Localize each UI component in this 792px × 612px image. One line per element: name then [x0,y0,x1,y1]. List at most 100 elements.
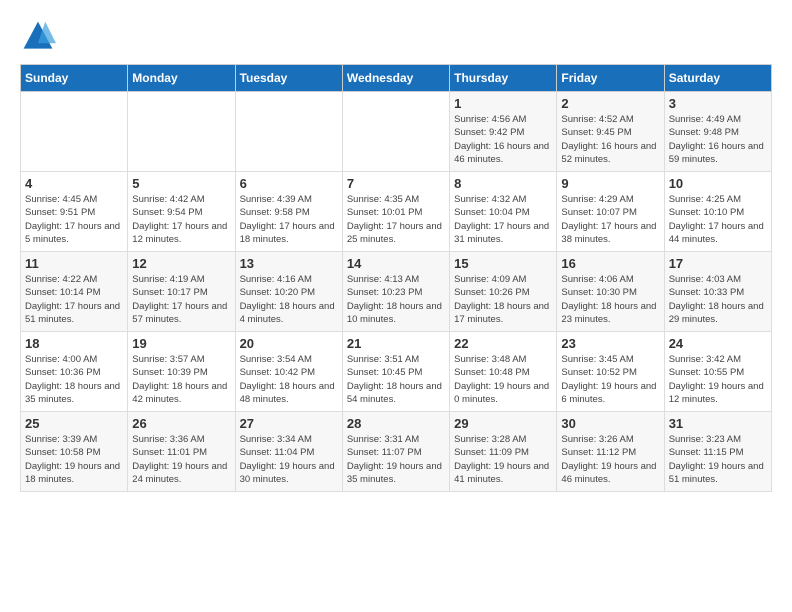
cell-content: Sunrise: 3:51 AM Sunset: 10:45 PM Daylig… [347,353,445,406]
logo-icon [20,18,56,54]
cell-content: Sunrise: 3:23 AM Sunset: 11:15 PM Daylig… [669,433,767,486]
day-number: 6 [240,176,338,191]
day-header-tuesday: Tuesday [235,65,342,92]
calendar-cell [235,92,342,172]
cell-content: Sunrise: 4:25 AM Sunset: 10:10 PM Daylig… [669,193,767,246]
calendar-cell: 29 Sunrise: 3:28 AM Sunset: 11:09 PM Dayl… [450,412,557,492]
calendar-cell: 18 Sunrise: 4:00 AM Sunset: 10:36 PM Dayl… [21,332,128,412]
calendar-cell: 27 Sunrise: 3:34 AM Sunset: 11:04 PM Dayl… [235,412,342,492]
cell-content: Sunrise: 4:22 AM Sunset: 10:14 PM Daylig… [25,273,123,326]
cell-content: Sunrise: 4:16 AM Sunset: 10:20 PM Daylig… [240,273,338,326]
day-number: 16 [561,256,659,271]
calendar-cell: 7 Sunrise: 4:35 AM Sunset: 10:01 PM Dayli… [342,172,449,252]
week-row-4: 18 Sunrise: 4:00 AM Sunset: 10:36 PM Dayl… [21,332,772,412]
calendar-cell: 12Sunrise: 4:19 AM Sunset: 10:17 PM Dayl… [128,252,235,332]
calendar-table: SundayMondayTuesdayWednesdayThursdayFrid… [20,64,772,492]
day-number: 27 [240,416,338,431]
calendar-cell: 13 Sunrise: 4:16 AM Sunset: 10:20 PM Dayl… [235,252,342,332]
cell-content: Sunrise: 4:29 AM Sunset: 10:07 PM Daylig… [561,193,659,246]
day-number: 31 [669,416,767,431]
day-number: 22 [454,336,552,351]
day-number: 4 [25,176,123,191]
day-number: 9 [561,176,659,191]
day-number: 24 [669,336,767,351]
calendar-cell [128,92,235,172]
day-number: 26 [132,416,230,431]
day-number: 2 [561,96,659,111]
calendar-cell: 3 Sunrise: 4:49 AM Sunset: 9:48 PM Daylig… [664,92,771,172]
calendar-cell: 31 Sunrise: 3:23 AM Sunset: 11:15 PM Dayl… [664,412,771,492]
calendar-cell: 22 Sunrise: 3:48 AM Sunset: 10:48 PM Dayl… [450,332,557,412]
cell-content: Sunrise: 3:34 AM Sunset: 11:04 PM Daylig… [240,433,338,486]
day-number: 20 [240,336,338,351]
calendar-cell [342,92,449,172]
cell-content: Sunrise: 4:56 AM Sunset: 9:42 PM Dayligh… [454,113,552,166]
calendar-cell: 25 Sunrise: 3:39 AM Sunset: 10:58 PM Dayl… [21,412,128,492]
cell-content: Sunrise: 3:54 AM Sunset: 10:42 PM Daylig… [240,353,338,406]
cell-content: Sunrise: 4:00 AM Sunset: 10:36 PM Daylig… [25,353,123,406]
calendar-cell [21,92,128,172]
cell-content: Sunrise: 3:36 AM Sunset: 11:01 PM Daylig… [132,433,230,486]
calendar-body: 1 Sunrise: 4:56 AM Sunset: 9:42 PM Daylig… [21,92,772,492]
logo [20,18,60,54]
day-number: 19 [132,336,230,351]
cell-content: Sunrise: 4:49 AM Sunset: 9:48 PM Dayligh… [669,113,767,166]
cell-content: Sunrise: 4:35 AM Sunset: 10:01 PM Daylig… [347,193,445,246]
calendar-cell: 8 Sunrise: 4:32 AM Sunset: 10:04 PM Dayli… [450,172,557,252]
calendar-cell: 17Sunrise: 4:03 AM Sunset: 10:33 PM Dayl… [664,252,771,332]
calendar-cell: 20 Sunrise: 3:54 AM Sunset: 10:42 PM Dayl… [235,332,342,412]
cell-content: Sunrise: 4:52 AM Sunset: 9:45 PM Dayligh… [561,113,659,166]
week-row-2: 4 Sunrise: 4:45 AM Sunset: 9:51 PM Daylig… [21,172,772,252]
day-number: 5 [132,176,230,191]
cell-content: Sunrise: 4:13 AM Sunset: 10:23 PM Daylig… [347,273,445,326]
day-number: 3 [669,96,767,111]
day-header-friday: Friday [557,65,664,92]
week-row-1: 1 Sunrise: 4:56 AM Sunset: 9:42 PM Daylig… [21,92,772,172]
day-number: 25 [25,416,123,431]
cell-content: Sunrise: 3:39 AM Sunset: 10:58 PM Daylig… [25,433,123,486]
cell-content: Sunrise: 4:19 AM Sunset: 10:17 PM Daylig… [132,273,230,326]
calendar-cell: 11Sunrise: 4:22 AM Sunset: 10:14 PM Dayl… [21,252,128,332]
day-number: 21 [347,336,445,351]
day-number: 13 [240,256,338,271]
cell-content: Sunrise: 4:42 AM Sunset: 9:54 PM Dayligh… [132,193,230,246]
day-number: 28 [347,416,445,431]
day-header-saturday: Saturday [664,65,771,92]
calendar-cell: 30 Sunrise: 3:26 AM Sunset: 11:12 PM Dayl… [557,412,664,492]
calendar-cell: 26 Sunrise: 3:36 AM Sunset: 11:01 PM Dayl… [128,412,235,492]
cell-content: Sunrise: 4:06 AM Sunset: 10:30 PM Daylig… [561,273,659,326]
cell-content: Sunrise: 4:39 AM Sunset: 9:58 PM Dayligh… [240,193,338,246]
day-number: 30 [561,416,659,431]
cell-content: Sunrise: 3:45 AM Sunset: 10:52 PM Daylig… [561,353,659,406]
cell-content: Sunrise: 4:32 AM Sunset: 10:04 PM Daylig… [454,193,552,246]
header-row: SundayMondayTuesdayWednesdayThursdayFrid… [21,65,772,92]
cell-content: Sunrise: 4:03 AM Sunset: 10:33 PM Daylig… [669,273,767,326]
week-row-5: 25 Sunrise: 3:39 AM Sunset: 10:58 PM Dayl… [21,412,772,492]
cell-content: Sunrise: 3:26 AM Sunset: 11:12 PM Daylig… [561,433,659,486]
day-header-monday: Monday [128,65,235,92]
day-number: 14 [347,256,445,271]
header [20,18,772,54]
calendar-cell: 10Sunrise: 4:25 AM Sunset: 10:10 PM Dayl… [664,172,771,252]
calendar-cell: 21 Sunrise: 3:51 AM Sunset: 10:45 PM Dayl… [342,332,449,412]
cell-content: Sunrise: 3:42 AM Sunset: 10:55 PM Daylig… [669,353,767,406]
day-number: 15 [454,256,552,271]
day-number: 29 [454,416,552,431]
calendar-cell: 6 Sunrise: 4:39 AM Sunset: 9:58 PM Daylig… [235,172,342,252]
calendar-cell: 5 Sunrise: 4:42 AM Sunset: 9:54 PM Daylig… [128,172,235,252]
day-number: 7 [347,176,445,191]
day-number: 8 [454,176,552,191]
day-header-wednesday: Wednesday [342,65,449,92]
day-number: 18 [25,336,123,351]
calendar-cell: 23Sunrise: 3:45 AM Sunset: 10:52 PM Dayl… [557,332,664,412]
calendar-cell: 24 Sunrise: 3:42 AM Sunset: 10:55 PM Dayl… [664,332,771,412]
cell-content: Sunrise: 3:48 AM Sunset: 10:48 PM Daylig… [454,353,552,406]
calendar-cell: 2 Sunrise: 4:52 AM Sunset: 9:45 PM Daylig… [557,92,664,172]
calendar-cell: 15Sunrise: 4:09 AM Sunset: 10:26 PM Dayl… [450,252,557,332]
calendar-cell: 4 Sunrise: 4:45 AM Sunset: 9:51 PM Daylig… [21,172,128,252]
calendar-cell: 19Sunrise: 3:57 AM Sunset: 10:39 PM Dayl… [128,332,235,412]
cell-content: Sunrise: 4:45 AM Sunset: 9:51 PM Dayligh… [25,193,123,246]
cell-content: Sunrise: 3:28 AM Sunset: 11:09 PM Daylig… [454,433,552,486]
calendar-header: SundayMondayTuesdayWednesdayThursdayFrid… [21,65,772,92]
day-number: 1 [454,96,552,111]
